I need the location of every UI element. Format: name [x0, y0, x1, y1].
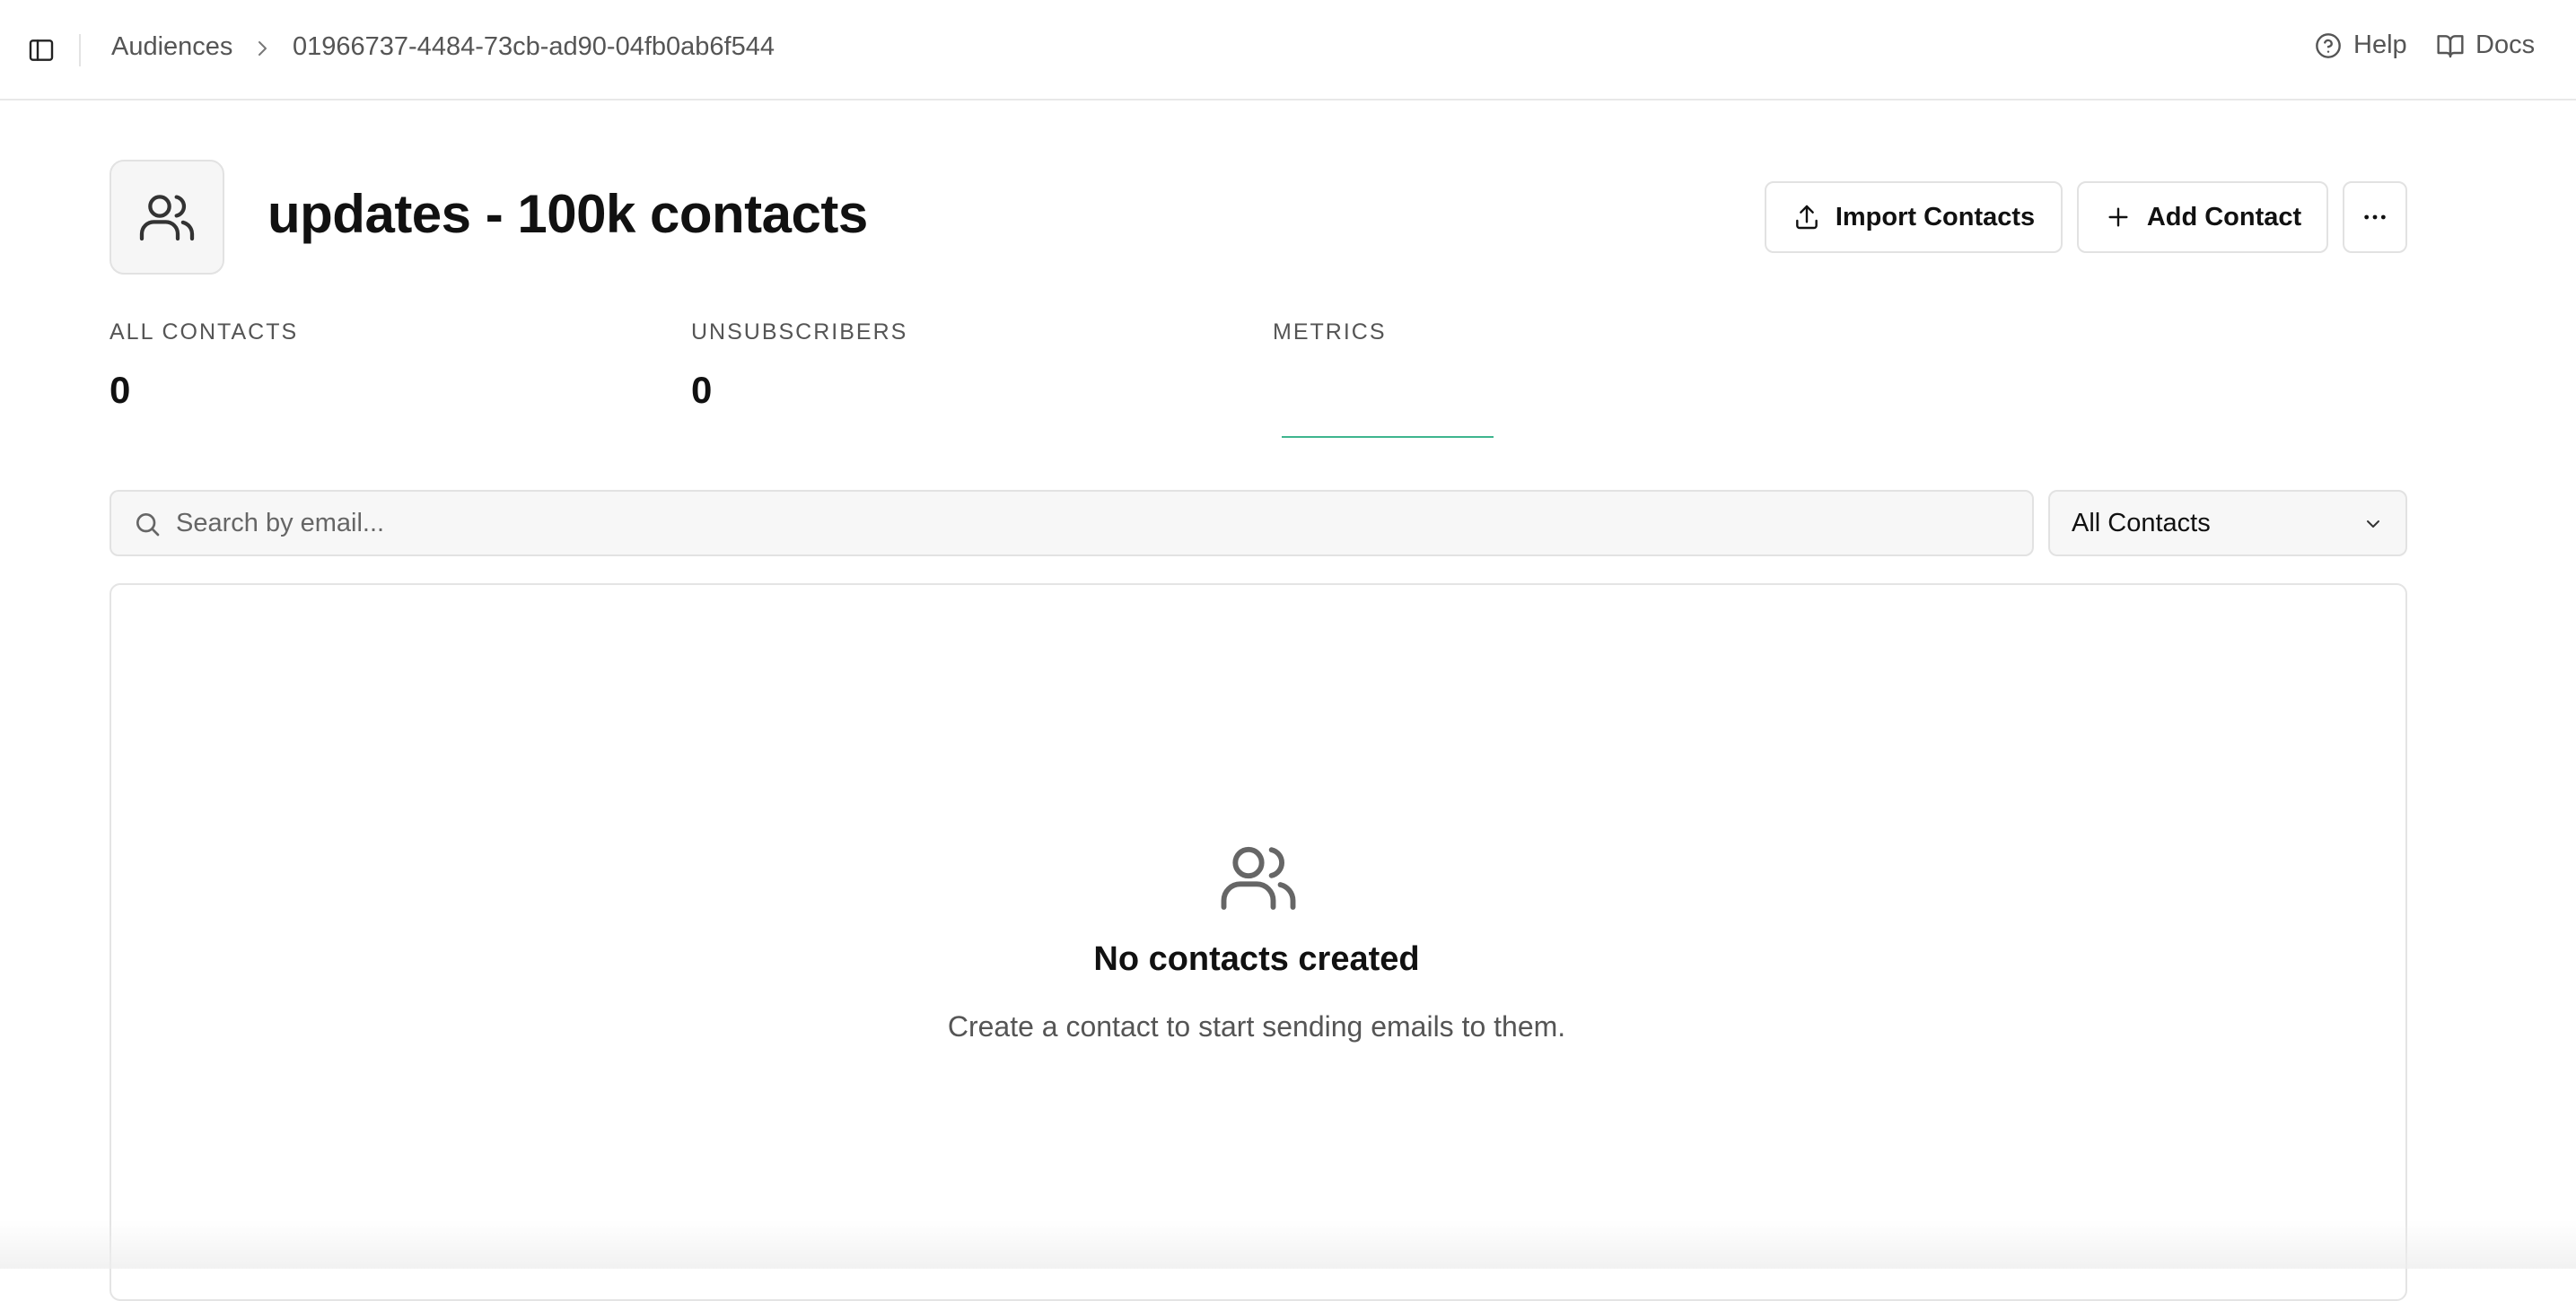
sidebar-toggle-icon	[29, 39, 54, 61]
add-contact-label: Add Contact	[2146, 202, 2302, 231]
contacts-filter-value: All Contacts	[2072, 508, 2211, 537]
page-title: updates - 100k contacts	[267, 184, 868, 244]
stat-value: 0	[110, 369, 131, 411]
sidebar-toggle-button[interactable]	[25, 34, 57, 66]
search-icon	[136, 513, 160, 537]
empty-state-subtitle: Create a contact to start sending emails…	[947, 1010, 1566, 1043]
stat-label: UNSUBSCRIBERS	[691, 319, 908, 345]
stat-metrics: METRICS	[1273, 319, 1387, 345]
breadcrumb-current-audience[interactable]: 01966737-4484-73cb-ad90-04fb0ab6f544	[293, 32, 775, 62]
book-open-icon	[2437, 34, 2464, 57]
audience-avatar	[110, 160, 224, 275]
stat-unsubscribers: UNSUBSCRIBERS 0	[691, 319, 907, 412]
stat-label: ALL CONTACTS	[110, 319, 299, 345]
import-contacts-button[interactable]: Import Contacts	[1765, 181, 2063, 253]
more-horizontal-icon	[2364, 214, 2386, 220]
bottom-fade	[0, 1220, 2576, 1269]
chevron-right-icon	[258, 41, 267, 56]
empty-state-title: No contacts created	[1093, 940, 1420, 978]
stat-all-contacts: ALL CONTACTS 0	[110, 319, 298, 412]
search-field[interactable]	[110, 490, 2034, 556]
upload-icon	[1795, 205, 1818, 230]
add-contact-button[interactable]: Add Contact	[2077, 181, 2328, 253]
more-options-button[interactable]	[2343, 181, 2407, 253]
users-icon	[1221, 846, 1296, 910]
top-bar: Audiences 01966737-4484-73cb-ad90-04fb0a…	[0, 0, 2576, 100]
stat-value: 0	[691, 369, 713, 411]
docs-link[interactable]: Docs	[2436, 31, 2535, 60]
import-contacts-label: Import Contacts	[1835, 202, 2036, 231]
top-bar-divider	[79, 34, 81, 66]
chevron-down-icon	[2367, 520, 2379, 528]
help-label: Help	[2353, 31, 2407, 59]
plus-icon	[2108, 207, 2128, 227]
users-icon	[139, 195, 195, 241]
search-input[interactable]	[176, 492, 2025, 554]
breadcrumb-audiences-link[interactable]: Audiences	[111, 32, 232, 62]
help-circle-icon	[2316, 32, 2341, 58]
help-link[interactable]: Help	[2314, 31, 2407, 60]
docs-label: Docs	[2475, 31, 2536, 59]
stat-label: METRICS	[1273, 319, 1387, 345]
contacts-filter-select[interactable]: All Contacts	[2048, 490, 2407, 556]
metrics-sparkline	[1282, 436, 1494, 438]
